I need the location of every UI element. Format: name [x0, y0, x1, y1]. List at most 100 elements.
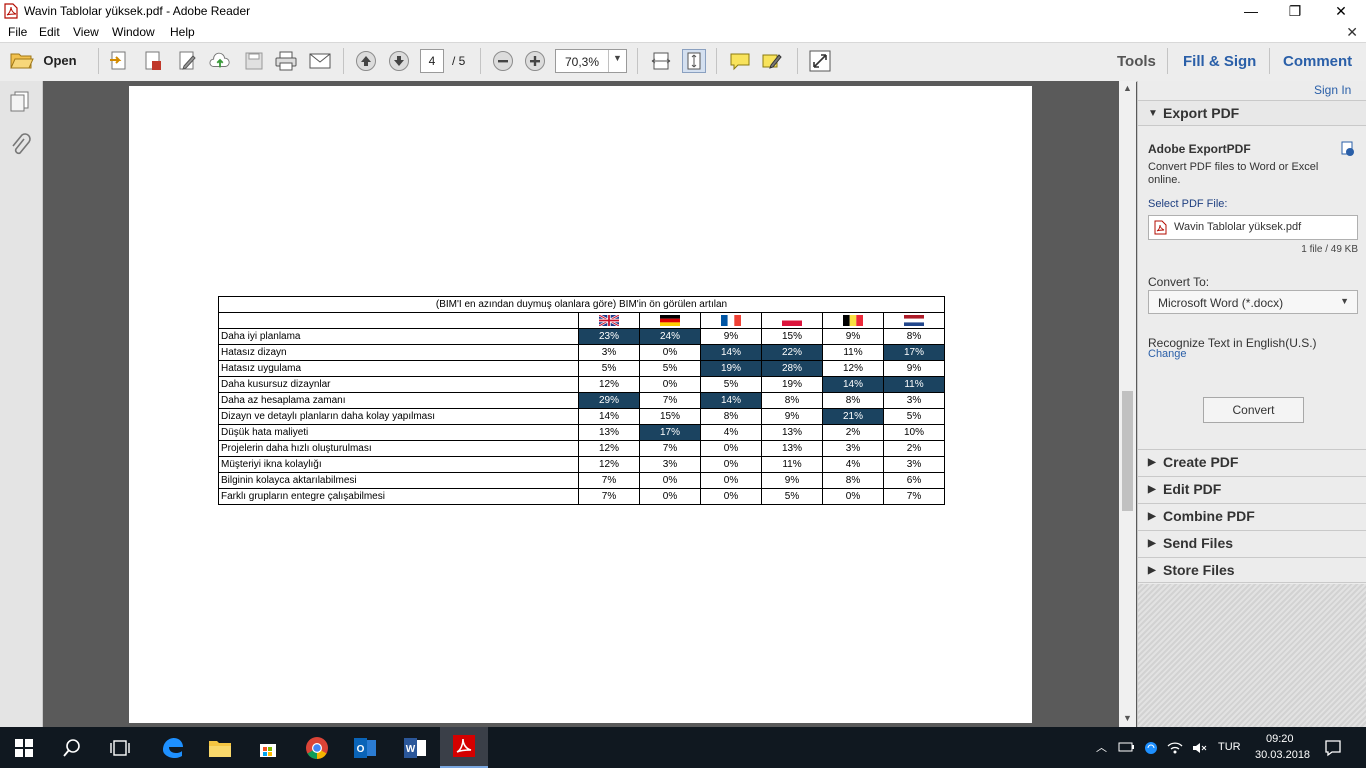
- save-icon[interactable]: [243, 50, 265, 72]
- tools-pane: Sign In ▼ Export PDF Adobe ExportPDF Con…: [1137, 81, 1366, 727]
- maximize-button[interactable]: ❐: [1272, 0, 1318, 22]
- netherlands-flag-header: [883, 312, 945, 329]
- value-cell: 6%: [883, 472, 945, 489]
- section-label: Combine PDF: [1163, 508, 1255, 524]
- comment-tab[interactable]: Comment: [1283, 53, 1352, 70]
- network-sync-icon[interactable]: [1143, 740, 1159, 756]
- send-files-section[interactable]: ▶ Send Files: [1138, 530, 1366, 556]
- chrome-icon[interactable]: [304, 735, 330, 761]
- zoom-out-button[interactable]: [493, 51, 513, 71]
- table-row: Hatasız uygulama 5% 5% 19% 28% 12% 9%: [218, 360, 945, 377]
- edit-document-icon[interactable]: [176, 50, 198, 72]
- convert-button[interactable]: Convert: [1203, 397, 1304, 423]
- menu-help[interactable]: Help: [170, 25, 195, 39]
- pdf-file-icon: [1154, 220, 1167, 235]
- value-cell: 13%: [761, 440, 823, 457]
- selected-file-box[interactable]: Wavin Tablolar yüksek.pdf: [1148, 215, 1358, 240]
- value-cell: 5%: [700, 376, 762, 393]
- menu-window[interactable]: Window: [112, 25, 155, 39]
- value-cell: 5%: [883, 408, 945, 425]
- clock-time[interactable]: 09:20: [1266, 733, 1294, 745]
- poland-flag-icon: [782, 314, 802, 326]
- full-screen-icon[interactable]: [809, 50, 831, 72]
- zoom-in-button[interactable]: [525, 51, 545, 71]
- table-row: Farklı grupların entegre çalışabilmesi 7%…: [218, 488, 945, 505]
- print-icon[interactable]: [275, 50, 297, 72]
- minimize-button[interactable]: —: [1228, 0, 1274, 22]
- sticky-note-icon[interactable]: [729, 50, 751, 72]
- scroll-thumb[interactable]: [1122, 391, 1133, 511]
- fit-width-icon[interactable]: [650, 50, 672, 72]
- plus-icon: [530, 56, 540, 66]
- sign-in-link[interactable]: Sign In: [1314, 83, 1351, 97]
- menu-view[interactable]: View: [73, 25, 99, 39]
- next-page-button[interactable]: [389, 51, 409, 71]
- task-view-icon[interactable]: [109, 739, 131, 757]
- table-row: Daha kusursuz dizaynlar 12% 0% 5% 19% 14% 11%: [218, 376, 945, 393]
- panel-background-pattern: [1138, 584, 1366, 727]
- file-explorer-icon[interactable]: [207, 735, 233, 761]
- word-icon[interactable]: W: [402, 735, 428, 761]
- store-icon[interactable]: [255, 735, 281, 761]
- page-thumbnails-icon[interactable]: [8, 89, 32, 113]
- export-pdf-header[interactable]: ▼ Export PDF: [1138, 100, 1366, 126]
- open-button[interactable]: Open: [10, 50, 77, 70]
- value-cell: 2%: [883, 440, 945, 457]
- scroll-up-icon[interactable]: ▲: [1123, 83, 1132, 93]
- search-icon[interactable]: [62, 738, 82, 758]
- toolbar-separator: [716, 48, 717, 74]
- adobe-reader-taskbar-button[interactable]: [440, 727, 488, 768]
- highlight-text-icon[interactable]: [761, 50, 783, 72]
- outlook-icon[interactable]: O: [352, 735, 378, 761]
- menu-file[interactable]: File: [8, 25, 27, 39]
- section-label: Create PDF: [1163, 454, 1239, 470]
- combine-pdf-section[interactable]: ▶ Combine PDF: [1138, 503, 1366, 529]
- close-button[interactable]: ✕: [1318, 0, 1364, 22]
- input-language[interactable]: TUR: [1218, 741, 1241, 753]
- attachment-icon[interactable]: [9, 133, 31, 157]
- fit-page-icon[interactable]: [682, 49, 706, 73]
- previous-page-button[interactable]: [356, 51, 376, 71]
- tools-tab[interactable]: Tools: [1117, 53, 1156, 70]
- value-cell: 5%: [761, 488, 823, 505]
- email-icon[interactable]: [309, 50, 331, 72]
- zoom-select[interactable]: 70,3% ▼: [555, 49, 627, 73]
- store-files-section[interactable]: ▶ Store Files: [1138, 557, 1366, 583]
- clock-date[interactable]: 30.03.2018: [1255, 749, 1310, 761]
- value-cell: 7%: [639, 440, 701, 457]
- close-document-icon[interactable]: ✕: [1346, 24, 1358, 41]
- cloud-upload-icon[interactable]: [209, 50, 231, 72]
- edge-browser-icon[interactable]: [159, 735, 185, 761]
- edit-pdf-section[interactable]: ▶ Edit PDF: [1138, 476, 1366, 502]
- table-row: Projelerin daha hızlı oluşturulması 12% 7%…: [218, 440, 945, 457]
- value-cell: 9%: [761, 472, 823, 489]
- change-language-link[interactable]: Change: [1148, 348, 1187, 360]
- fill-sign-tab[interactable]: Fill & Sign: [1183, 53, 1256, 70]
- notifications-icon[interactable]: [1324, 739, 1342, 757]
- create-pdf-section[interactable]: ▶ Create PDF: [1138, 449, 1366, 475]
- value-cell: 14%: [578, 408, 640, 425]
- value-cell: 10%: [883, 424, 945, 441]
- battery-icon[interactable]: [1118, 741, 1134, 753]
- arrow-up-icon: [361, 56, 371, 66]
- arrow-down-icon: [394, 56, 404, 66]
- convert-to-select[interactable]: Microsoft Word (*.docx) ▼: [1148, 290, 1358, 314]
- create-pdf-icon[interactable]: [142, 50, 164, 72]
- export-service-icon[interactable]: [1338, 140, 1356, 158]
- volume-muted-icon[interactable]: [1191, 740, 1207, 756]
- vertical-scrollbar[interactable]: ▲ ▼: [1119, 81, 1136, 727]
- export-icon[interactable]: [108, 50, 130, 72]
- value-cell: 7%: [578, 472, 640, 489]
- windows-start-icon[interactable]: [15, 739, 33, 757]
- page-number-input[interactable]: 4: [420, 49, 444, 73]
- scroll-down-icon[interactable]: ▼: [1123, 713, 1132, 723]
- taskbar: O W ︿ TUR 09:20 30.03.2018: [0, 727, 1366, 768]
- menu-edit[interactable]: Edit: [39, 25, 60, 39]
- value-cell: 3%: [883, 392, 945, 409]
- zoom-value: 70,3%: [565, 55, 600, 69]
- toolbar-separator: [480, 48, 481, 74]
- wifi-icon[interactable]: [1167, 740, 1183, 756]
- chevron-up-icon[interactable]: ︿: [1096, 739, 1107, 755]
- service-title: Adobe ExportPDF: [1148, 142, 1251, 156]
- value-cell: 14%: [822, 376, 884, 393]
